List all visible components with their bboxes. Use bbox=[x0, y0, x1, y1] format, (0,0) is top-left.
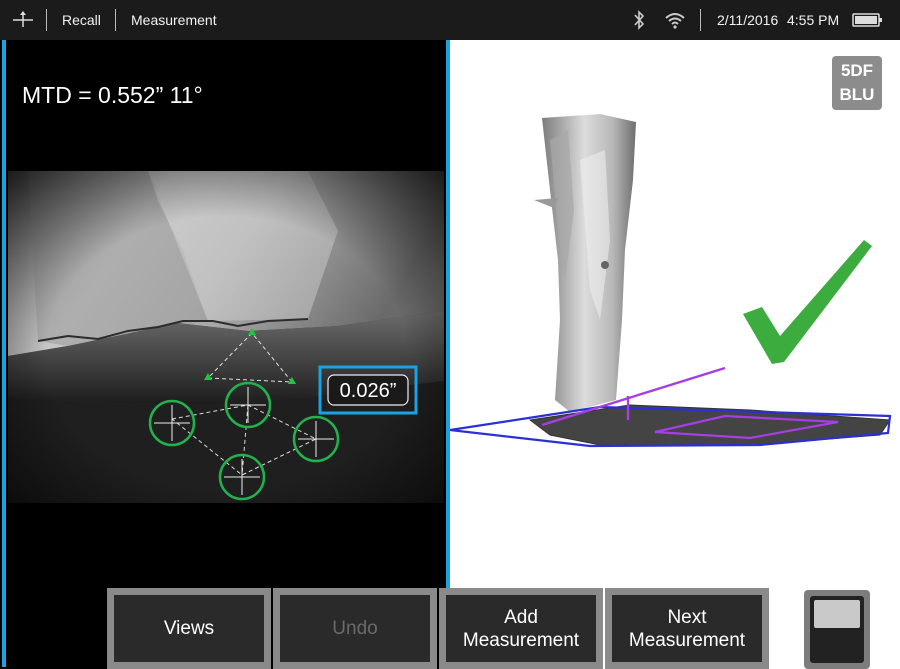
check-mark-icon bbox=[743, 240, 872, 364]
bluetooth-icon bbox=[634, 10, 645, 30]
views-label: Views bbox=[114, 595, 264, 662]
next-measurement-line1: Next bbox=[667, 606, 707, 628]
add-measurement-line2: Measurement bbox=[462, 629, 580, 651]
image-view-panel[interactable]: MTD = 0.552” 11° 0.026” bbox=[2, 40, 450, 667]
divider bbox=[115, 9, 116, 31]
top-status-bar: Recall Measurement 2/11/2016 4:55 PM bbox=[0, 0, 900, 40]
recall-button[interactable]: Recall bbox=[62, 12, 101, 28]
add-measurement-line1: Add bbox=[504, 606, 538, 628]
views-button[interactable]: Views bbox=[107, 588, 271, 669]
wifi-icon bbox=[665, 13, 685, 29]
screen-toggle-switch[interactable] bbox=[804, 590, 870, 669]
next-measurement-line2: Measurement bbox=[628, 629, 746, 651]
add-measurement-button[interactable]: Add Measurement bbox=[439, 588, 603, 669]
divider bbox=[700, 9, 701, 31]
date-readout: 2/11/2016 bbox=[717, 12, 779, 28]
undo-button[interactable]: Undo bbox=[273, 588, 437, 669]
next-measurement-label: Next Measurement bbox=[612, 595, 762, 662]
depth-value-label: 0.026” bbox=[340, 380, 397, 402]
screen-title: Measurement bbox=[131, 12, 217, 28]
probe-tip-line1: 5DF bbox=[840, 61, 874, 80]
battery-icon bbox=[852, 13, 882, 27]
point-cloud-model[interactable] bbox=[450, 100, 900, 500]
add-measurement-label: Add Measurement bbox=[446, 595, 596, 662]
crosshair-arrows-icon[interactable] bbox=[12, 10, 34, 30]
camera-image[interactable]: 0.026” bbox=[8, 171, 444, 503]
undo-label: Undo bbox=[280, 595, 430, 662]
toggle-knob[interactable] bbox=[814, 600, 860, 628]
next-measurement-button[interactable]: Next Measurement bbox=[605, 588, 769, 669]
mtd-readout: MTD = 0.552” 11° bbox=[22, 82, 203, 108]
divider bbox=[46, 9, 47, 31]
time-readout: 4:55 PM bbox=[787, 12, 840, 28]
toggle-well bbox=[810, 596, 864, 663]
